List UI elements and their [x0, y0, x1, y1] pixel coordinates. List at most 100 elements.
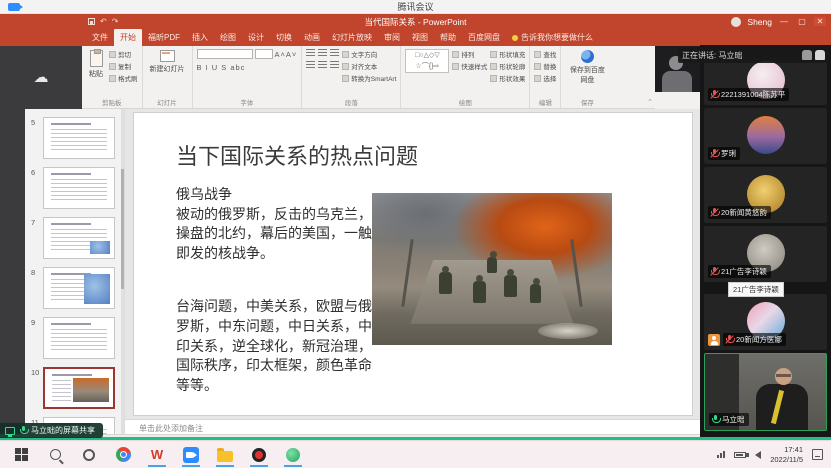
minimize-button[interactable]: — [778, 17, 790, 26]
close-button[interactable]: ✕ [814, 17, 826, 26]
select-button[interactable]: 选择 [534, 73, 556, 83]
raise-hand-icon[interactable] [815, 50, 825, 60]
new-slide-button[interactable]: 新建幻灯片 [147, 49, 188, 97]
redo-icon[interactable]: ↷ [112, 17, 119, 26]
thumbnail-slide-7[interactable]: 7 [43, 217, 118, 259]
arrange-button[interactable]: 排列 [452, 49, 487, 59]
tab-review[interactable]: 审阅 [378, 29, 406, 46]
slide-title[interactable]: 当下国际关系的热点问题 [176, 139, 418, 171]
tab-help[interactable]: 帮助 [434, 29, 462, 46]
search-button[interactable] [42, 443, 68, 467]
meeting-titlebar: 腾讯会议 [0, 0, 831, 14]
notes-pane[interactable]: 单击此处添加备注 [125, 419, 700, 434]
green-app-taskbar-icon[interactable] [280, 443, 306, 467]
replace-icon [534, 63, 541, 70]
tab-file[interactable]: 文件 [86, 29, 114, 46]
participant-tile[interactable]: 20新闻方医娜 [704, 294, 827, 350]
align-left-icon[interactable] [306, 61, 315, 69]
thumbnail-slide-5[interactable]: 5 [43, 117, 118, 159]
thumbnail-slide-9[interactable]: 9 [43, 317, 118, 359]
current-slide-canvas[interactable]: 当下国际关系的热点问题 俄乌战争 被动的俄罗斯，反击的乌克兰， 操盘的北约，幕后… [133, 112, 693, 416]
participant-tile[interactable]: 2221391004陈苏平 [704, 57, 827, 105]
participant-tile[interactable]: 21广告李诗颖 [704, 226, 827, 282]
shape-fill-button[interactable]: 形状填充 [490, 49, 525, 59]
thumbnail-slide-6[interactable]: 6 [43, 167, 118, 209]
slide-thumbnail-panel[interactable]: 5 6 7 8 9 10 1 [25, 109, 125, 437]
collapse-ribbon-icon[interactable]: ⌃ [647, 98, 653, 106]
tab-draw[interactable]: 绘图 [214, 29, 242, 46]
align-center-icon[interactable] [318, 61, 327, 69]
shape-outline-button[interactable]: 形状轮廓 [490, 61, 525, 71]
thumbnail-slide-8[interactable]: 8 [43, 267, 118, 309]
cut-button[interactable]: 剪切 [109, 49, 138, 59]
account-avatar[interactable] [731, 17, 741, 27]
participant-video-tile[interactable]: 马立昢 [704, 353, 827, 431]
slide-editor: 当下国际关系的热点问题 俄乌战争 被动的俄罗斯，反击的乌克兰， 操盘的北约，幕后… [125, 109, 700, 419]
thumbnail-scrollbar[interactable] [121, 109, 124, 437]
tab-home[interactable]: 开始 [114, 29, 142, 46]
participant-name: 21广告李诗颖 [721, 266, 767, 277]
clock-date: 2022/11/5 [770, 455, 803, 465]
numbering-icon[interactable] [318, 49, 327, 57]
tab-animations[interactable]: 动画 [298, 29, 326, 46]
battery-icon[interactable] [734, 452, 746, 458]
grow-shrink-font-icons[interactable]: A˄A˅ [275, 50, 298, 59]
text-direction-button[interactable]: 文字方向 [342, 49, 396, 59]
screen-share-banner[interactable]: 马立昢的屏幕共享 [0, 423, 103, 438]
copy-button[interactable]: 复制 [109, 61, 138, 71]
tell-me-box[interactable]: 告诉我你想要做什么 [506, 29, 599, 46]
tab-transitions[interactable]: 切换 [270, 29, 298, 46]
file-explorer-taskbar-icon[interactable] [212, 443, 238, 467]
tab-insert[interactable]: 插入 [186, 29, 214, 46]
cortana-button[interactable] [76, 443, 102, 467]
slide-body-text[interactable]: 俄乌战争 被动的俄罗斯，反击的乌克兰， 操盘的北约，幕后的美国，一触即发的核战争… [176, 185, 378, 395]
ribbon-tabs: 文件 开始 福昕PDF 插入 绘图 设计 切换 动画 幻灯片放映 审阅 视图 帮… [0, 29, 831, 46]
start-button[interactable] [8, 443, 34, 467]
action-center-icon[interactable] [812, 449, 823, 460]
thumbnail-slide-10-selected[interactable]: 10 [43, 367, 118, 409]
shape-effects-button[interactable]: 形状效果 [490, 73, 525, 83]
shapes-gallery[interactable]: □○△◇▽☆⌒{}⇨ [405, 49, 449, 73]
save-icon[interactable] [88, 18, 95, 25]
tab-baidu-netdisk[interactable]: 百度网盘 [462, 29, 506, 46]
chrome-taskbar-icon[interactable] [110, 443, 136, 467]
indent-icon[interactable] [330, 49, 339, 57]
save-to-baidu-button[interactable]: 保存到百度网盘 [565, 49, 609, 97]
meeting-window-title: 腾讯会议 [397, 0, 433, 13]
left-dark-dock: ☁ [0, 46, 82, 109]
volume-icon[interactable] [755, 451, 761, 459]
tencent-meeting-taskbar-icon[interactable] [178, 443, 204, 467]
tab-view[interactable]: 视图 [406, 29, 434, 46]
search-icon [50, 449, 61, 460]
meeting-app-icon [8, 3, 20, 11]
font-size-box[interactable] [255, 49, 273, 59]
smartart-button[interactable]: 转换为SmartArt [342, 73, 396, 83]
replace-button[interactable]: 替换 [534, 61, 556, 71]
participant-tile[interactable]: 20新闻黄悠韵 [704, 167, 827, 223]
maximize-button[interactable]: ▢ [796, 17, 808, 26]
recorder-taskbar-icon[interactable] [246, 443, 272, 467]
tab-slideshow[interactable]: 幻灯片放映 [326, 29, 378, 46]
host-badge-icon [708, 334, 720, 346]
slide-war-photo[interactable] [372, 193, 612, 345]
align-right-icon[interactable] [330, 61, 339, 69]
tab-design[interactable]: 设计 [242, 29, 270, 46]
account-name[interactable]: Sheng [747, 17, 772, 27]
quick-styles-button[interactable]: 快速样式 [452, 61, 487, 71]
font-name-box[interactable] [197, 49, 253, 59]
cloud-icon[interactable]: ☁ [34, 70, 49, 85]
mic-muted-icon [710, 208, 718, 218]
paste-button[interactable]: 粘贴 [86, 49, 106, 97]
wps-taskbar-icon[interactable]: W [144, 443, 170, 467]
taskbar-clock[interactable]: 17:41 2022/11/5 [770, 445, 803, 465]
network-icon[interactable] [717, 451, 725, 458]
font-style-buttons[interactable]: B I U S abc [197, 63, 298, 72]
align-text-button[interactable]: 对齐文本 [342, 61, 396, 71]
clap-icon[interactable] [802, 50, 812, 60]
tab-foxit-pdf[interactable]: 福昕PDF [142, 29, 186, 46]
find-button[interactable]: 查找 [534, 49, 556, 59]
format-painter-button[interactable]: 格式刷 [109, 73, 138, 83]
bullets-icon[interactable] [306, 49, 315, 57]
participant-tile[interactable]: 罗琍 [704, 108, 827, 164]
undo-icon[interactable]: ↶ [100, 17, 107, 26]
